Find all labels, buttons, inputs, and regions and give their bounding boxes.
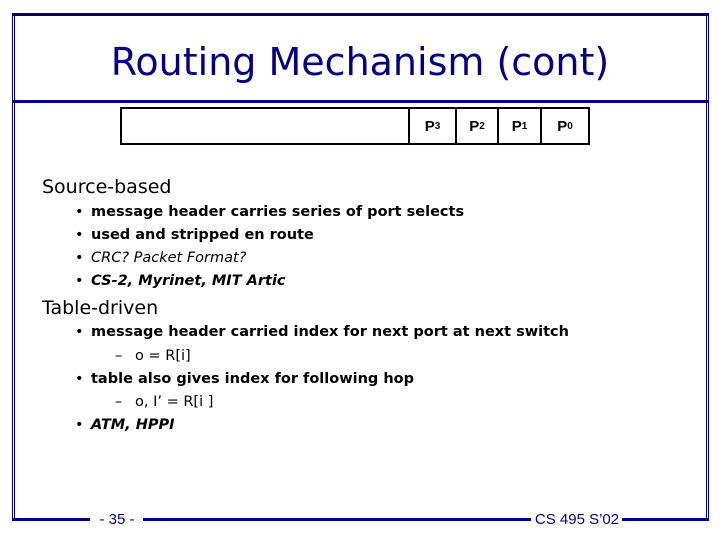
list-item: • CS-2, Myrinet, MIT Artic [75, 271, 286, 291]
sub-list-item-text: o = R[i] [135, 348, 191, 364]
bullet-icon: • [75, 324, 84, 340]
packet-payload-field [122, 109, 410, 143]
port-label: P [424, 117, 435, 135]
frame-top-rule [12, 13, 709, 16]
list-item: • CRC? Packet Format? [75, 248, 247, 268]
section-heading-source-based: Source-based [42, 176, 172, 198]
frame-left-border-inner [14, 13, 15, 520]
frame-right-border [708, 13, 709, 520]
list-item: • message header carries series of port … [75, 202, 465, 222]
section-heading-table-driven: Table-driven [42, 297, 159, 319]
port-index: 0 [567, 120, 573, 132]
sub-list-item: – o = R[i] [115, 346, 191, 366]
bullet-icon: • [75, 417, 84, 433]
packet-port-field: P0 [542, 109, 588, 143]
sub-list-item: – o, I’ = R[i ] [115, 392, 214, 412]
list-item-text: table also gives index for following hop [91, 371, 414, 387]
port-index: 3 [434, 120, 441, 132]
packet-format-diagram: P3 P2 P1 P0 [120, 107, 590, 145]
list-item-text: CS-2, Myrinet, MIT Artic [91, 273, 286, 289]
bullet-icon: • [75, 227, 84, 243]
list-item: • used and stripped en route [75, 225, 314, 245]
frame-bottom-rule [622, 518, 709, 521]
frame-left-border [12, 13, 13, 520]
bullet-icon: • [75, 371, 84, 387]
bullet-icon: • [75, 204, 84, 220]
slide-title: Routing Mechanism (cont) [110, 40, 610, 84]
port-index: 1 [521, 120, 528, 132]
page-number: - 35 - [99, 511, 135, 528]
sub-list-item-text: o, I’ = R[i ] [135, 394, 214, 410]
bullet-icon: • [75, 273, 84, 289]
packet-port-field: P3 [410, 109, 457, 143]
bullet-icon: • [75, 250, 84, 266]
list-item-text: ATM, HPPI [91, 417, 175, 433]
list-item-text: message header carried index for next po… [91, 324, 569, 340]
frame-right-border-inner [706, 13, 707, 520]
list-item: • message header carried index for next … [75, 322, 569, 342]
title-underline-rule [12, 100, 709, 103]
list-item-text: message header carries series of port se… [91, 204, 465, 220]
list-item: • ATM, HPPI [75, 415, 175, 435]
course-label: CS 495 S’02 [534, 511, 620, 528]
frame-bottom-rule [143, 518, 531, 521]
list-item-text: used and stripped en route [91, 227, 314, 243]
packet-port-field: P1 [499, 109, 542, 143]
port-label: P [469, 117, 480, 135]
dash-icon: – [115, 348, 123, 364]
packet-port-field: P2 [457, 109, 499, 143]
port-label: P [511, 117, 522, 135]
port-label: P [557, 117, 568, 135]
list-item: • table also gives index for following h… [75, 369, 414, 389]
frame-bottom-rule [12, 518, 90, 521]
list-item-text: CRC? Packet Format? [91, 250, 247, 266]
port-index: 2 [479, 120, 485, 132]
dash-icon: – [115, 394, 123, 410]
